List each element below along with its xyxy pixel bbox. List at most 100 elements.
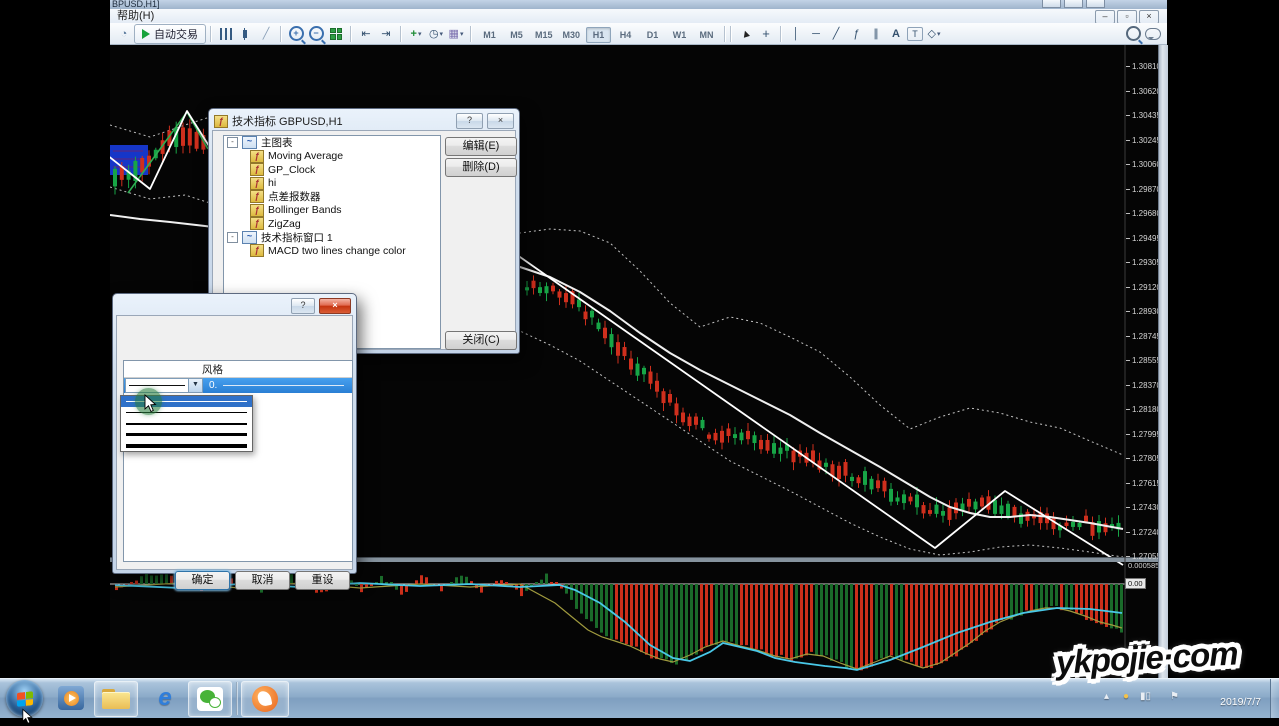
taskbar-file-explorer[interactable]: [94, 681, 138, 717]
close-button[interactable]: ×: [319, 298, 351, 314]
line-width-option[interactable]: [121, 440, 252, 451]
timeframe-h4[interactable]: H4: [613, 27, 638, 43]
tree-item[interactable]: ƒ点差报数器: [224, 190, 440, 204]
minimize-icon: [1042, 0, 1061, 8]
horizontal-line-icon[interactable]: ─: [807, 25, 825, 43]
style-selected-row[interactable]: ▼ 0.: [124, 378, 352, 393]
chart-window-icon: ~: [242, 231, 257, 244]
periods-icon[interactable]: ◷▾: [427, 25, 445, 43]
line-chart-icon[interactable]: ╱: [257, 25, 275, 43]
price-label: 1.29870: [1132, 185, 1161, 194]
price-label: 1.27805: [1132, 454, 1161, 463]
auto-trading-button[interactable]: 自动交易: [134, 24, 206, 44]
tree-item[interactable]: ƒMACD two lines change color: [224, 244, 440, 258]
price-label: 1.28930: [1132, 307, 1161, 316]
cancel-button[interactable]: 取消: [235, 571, 290, 590]
reset-button[interactable]: 重设: [295, 571, 350, 590]
show-desktop-button[interactable]: [1270, 679, 1279, 718]
bar-chart-icon[interactable]: [217, 25, 235, 43]
templates-icon[interactable]: ▦▾: [447, 25, 465, 43]
taskbar-trading-app[interactable]: [241, 681, 289, 717]
chart-shift-icon[interactable]: ⇥: [377, 25, 395, 43]
timeframe-mn[interactable]: MN: [694, 27, 719, 43]
trendline-icon[interactable]: ╱: [827, 25, 845, 43]
auto-scroll-icon[interactable]: ⇤: [357, 25, 375, 43]
style-column-header: 风格: [124, 362, 223, 377]
price-label: 1.27055: [1132, 552, 1161, 561]
taskbar-wechat[interactable]: [188, 681, 232, 717]
window-title-partial: BPUSD,H1]: [112, 0, 160, 9]
connection-icon[interactable]: ◔: [115, 25, 133, 43]
fibonacci-icon[interactable]: ƒ: [847, 25, 865, 43]
windows-logo-icon: [17, 691, 33, 707]
tree-item[interactable]: ƒhi: [224, 177, 440, 191]
chart-restore-button[interactable]: ▫: [1117, 10, 1137, 24]
delete-button[interactable]: 删除(D): [445, 158, 517, 177]
tile-windows-icon[interactable]: [327, 25, 345, 43]
chevron-down-icon[interactable]: ▼: [188, 379, 202, 392]
close-dialog-button[interactable]: 关闭(C): [445, 331, 517, 350]
collapse-icon[interactable]: -: [227, 232, 238, 243]
menu-bar: 帮助(H) – ▫ ×: [110, 9, 1167, 23]
menu-help[interactable]: 帮助(H): [110, 9, 161, 23]
tree-group[interactable]: -~主图表: [224, 136, 440, 150]
tray-flag-icon[interactable]: ⚑: [1170, 691, 1179, 702]
close-button[interactable]: ×: [487, 113, 514, 129]
indicators-dialog-titlebar[interactable]: ƒ 技术指标 GBPUSD,H1 ? ×: [212, 112, 516, 130]
timeframe-d1[interactable]: D1: [640, 27, 665, 43]
search-icon[interactable]: [1124, 25, 1142, 43]
timeframe-m1[interactable]: M1: [477, 27, 502, 43]
collapse-icon[interactable]: -: [227, 137, 238, 148]
timeframe-h1[interactable]: H1: [586, 27, 611, 43]
window-titlebar[interactable]: BPUSD,H1]: [110, 0, 1167, 9]
taskbar-date[interactable]: 2019/7/7: [1220, 696, 1261, 708]
ok-button[interactable]: 确定: [175, 571, 230, 590]
tray-network-icon[interactable]: ▮▯: [1140, 691, 1151, 702]
tree-item[interactable]: ƒMoving Average: [224, 150, 440, 164]
folder-icon: [102, 689, 130, 709]
crosshair-icon[interactable]: +: [757, 25, 775, 43]
help-button[interactable]: ?: [291, 298, 315, 314]
indicator-icon: ƒ: [250, 204, 264, 217]
taskbar-internet-explorer[interactable]: e: [146, 681, 184, 715]
zoom-in-icon[interactable]: +: [287, 25, 305, 43]
close-icon: [1086, 0, 1105, 8]
timeframe-m30[interactable]: M30: [559, 27, 585, 43]
shapes-icon[interactable]: ◇▾: [925, 25, 943, 43]
line-width-option[interactable]: [121, 418, 252, 429]
text-icon[interactable]: A: [887, 25, 905, 43]
chart-minimize-button[interactable]: –: [1095, 10, 1115, 24]
price-label: 1.28555: [1132, 356, 1161, 365]
taskbar-media-player[interactable]: [52, 681, 90, 715]
window-right-edge: [1158, 45, 1168, 678]
timeframe-w1[interactable]: W1: [667, 27, 692, 43]
macd-current-value-badge: 0.00: [1125, 578, 1146, 589]
timeframe-m5[interactable]: M5: [504, 27, 529, 43]
wechat-icon: [197, 687, 223, 711]
chat-icon[interactable]: [1144, 25, 1162, 43]
line-width-option[interactable]: [121, 429, 252, 440]
tree-item[interactable]: ƒZigZag: [224, 217, 440, 231]
line-width-combobox[interactable]: ▼: [125, 378, 203, 393]
zoom-out-icon[interactable]: −: [307, 25, 325, 43]
text-label-icon[interactable]: T: [907, 27, 923, 41]
style-dialog-titlebar[interactable]: ? ×: [116, 297, 353, 315]
tray-expand-icon[interactable]: ▴: [1104, 691, 1109, 702]
channel-icon[interactable]: ∥: [867, 25, 885, 43]
chart-close-button[interactable]: ×: [1139, 10, 1159, 24]
main-window-controls[interactable]: [1042, 0, 1105, 8]
chart-window-icon: ~: [242, 136, 257, 149]
indicators-icon[interactable]: +▾: [407, 25, 425, 43]
cursor-icon[interactable]: ▲: [735, 22, 758, 45]
tray-status-icon[interactable]: ●: [1123, 691, 1129, 702]
taskbar: e ▴ ● ▮▯ ⚑ 2019/7/7: [0, 678, 1279, 718]
tree-item[interactable]: ƒBollinger Bands: [224, 204, 440, 218]
candlestick-chart-icon[interactable]: [237, 25, 255, 43]
toolbar: ◔ 自动交易 ╱ + − ⇤ ⇥ +▾ ◷▾ ▦▾ M1M5M15M30H1H4…: [110, 23, 1167, 45]
help-button[interactable]: ?: [456, 113, 483, 129]
vertical-line-icon[interactable]: │: [787, 25, 805, 43]
tree-group[interactable]: -~技术指标窗口 1: [224, 231, 440, 245]
timeframe-m15[interactable]: M15: [531, 27, 557, 43]
edit-button[interactable]: 编辑(E): [445, 137, 517, 156]
tree-item[interactable]: ƒGP_Clock: [224, 163, 440, 177]
